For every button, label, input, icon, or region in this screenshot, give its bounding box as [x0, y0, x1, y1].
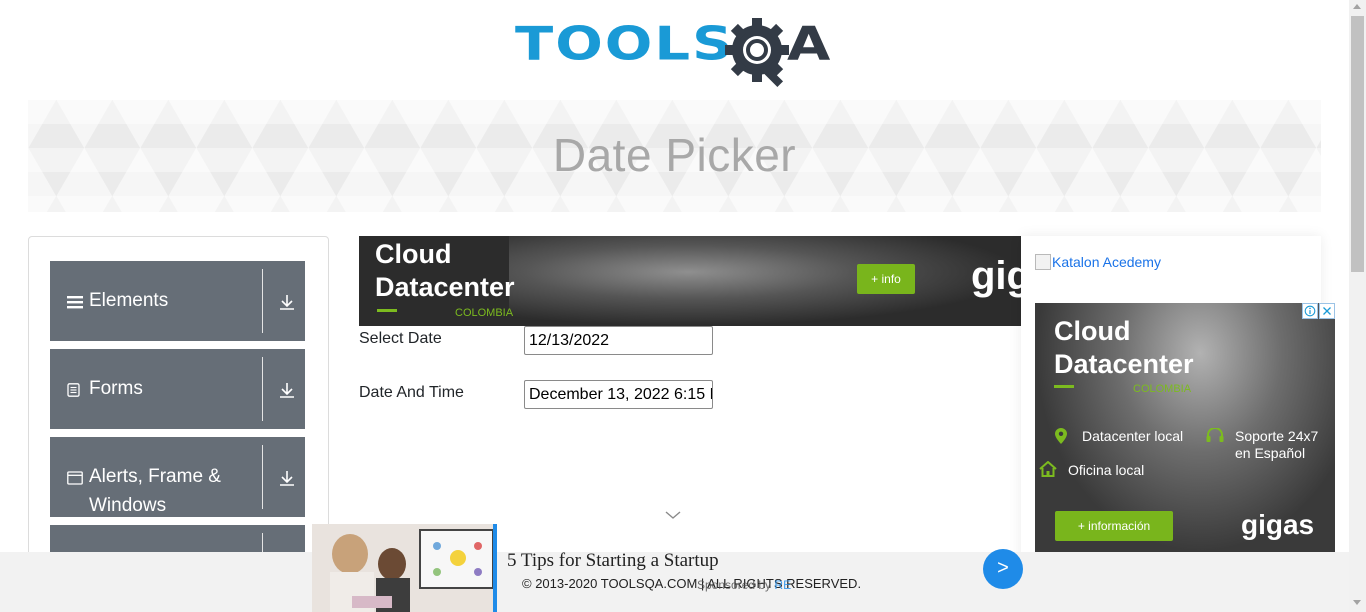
ad-country: COLOMBIA — [1133, 383, 1192, 395]
ad-banner-side[interactable]: Cloud Datacenter COLOMBIA Datacenter loc… — [1035, 303, 1335, 553]
ad-underline — [1054, 385, 1074, 388]
logo-text-a: A — [787, 17, 831, 71]
crowdfunding-illustration — [312, 524, 493, 612]
document-icon — [67, 383, 80, 397]
divider — [262, 445, 263, 509]
hamburger-icon — [67, 296, 83, 309]
katalon-academy-link[interactable]: Katalon Acedemy — [1035, 254, 1161, 270]
scrollbar-thumb[interactable] — [1351, 16, 1364, 272]
logo-text-tools: TOOLS — [515, 17, 735, 71]
gear-magnifier-icon — [725, 18, 789, 88]
scroll-down-arrow-icon[interactable] — [1353, 600, 1361, 605]
adchoices-icon[interactable] — [1302, 303, 1318, 319]
divider — [262, 269, 263, 333]
toolsqa-logo[interactable]: TOOLS A — [515, 16, 837, 90]
ad-title: Cloud Datacenter — [375, 238, 515, 304]
sidebar-group-label-line2: Windows — [89, 495, 167, 516]
ad-photo — [509, 236, 1021, 326]
ad-title-line1: Cloud — [375, 239, 452, 269]
window-icon — [67, 471, 83, 485]
page-title: Date Picker — [552, 129, 797, 181]
ad-feature-support: Soporte 24x7 en Español — [1235, 428, 1318, 462]
sponsor-brand[interactable]: RE — [774, 578, 791, 592]
ad-underline — [377, 309, 397, 312]
scroll-up-arrow-icon[interactable] — [1353, 4, 1361, 9]
sidebar-group-forms[interactable]: Forms — [50, 349, 305, 429]
sponsored-by: Sponsored by RE — [697, 578, 791, 592]
ad-title-line2: Datacenter — [375, 272, 515, 302]
ad-feature-office: Oficina local — [1068, 462, 1145, 478]
close-icon[interactable] — [1319, 303, 1335, 319]
ad-country: COLOMBIA — [455, 307, 514, 319]
sidebar-group-elements[interactable]: Elements — [50, 261, 305, 341]
date-and-time-input[interactable]: December 13, 2022 6:15 PM — [524, 380, 713, 409]
chevron-down-icon[interactable] — [664, 508, 682, 522]
page: TOOLS A Date Picker Elements Forms Alert… — [0, 0, 1366, 612]
sidebar-group-label: Elements — [89, 290, 169, 311]
ad-title-line1: Cloud — [1054, 316, 1131, 346]
download-arrow-icon[interactable] — [278, 293, 296, 311]
headset-icon — [1206, 428, 1224, 442]
ad-banner-main[interactable]: Cloud Datacenter COLOMBIA + info gig — [359, 236, 1021, 326]
sponsored-label: Sponsored by — [697, 578, 772, 592]
ad-title-line2: Datacenter — [1054, 349, 1194, 379]
download-arrow-icon[interactable] — [278, 469, 296, 487]
sticky-ad-image[interactable] — [312, 524, 493, 612]
ad-title: Cloud Datacenter — [1054, 315, 1194, 381]
vertical-scrollbar[interactable] — [1349, 0, 1366, 612]
ad-info-button[interactable]: + información — [1055, 511, 1173, 541]
date-and-time-label: Date And Time — [359, 384, 464, 401]
select-date-input[interactable]: 12/13/2022 — [524, 326, 713, 355]
sidebar: Elements Forms Alerts, Frame & Windows — [28, 236, 329, 576]
ad-feature-support-line2: en Español — [1235, 445, 1306, 461]
broken-image-icon — [1035, 254, 1051, 270]
ad-feature-datacenter: Datacenter local — [1082, 428, 1184, 444]
divider — [262, 357, 263, 421]
ad-feature-support-line1: Soporte 24x7 — [1235, 428, 1319, 444]
ad-info-button[interactable]: + info — [857, 264, 915, 294]
sticky-ad-accent — [493, 524, 497, 612]
sticky-ad-go-button[interactable]: > — [983, 549, 1023, 589]
sidebar-group-label: Forms — [89, 378, 143, 399]
sidebar-group-label-line1: Alerts, Frame & — [89, 466, 221, 487]
home-icon — [1039, 461, 1057, 477]
page-banner: Date Picker — [28, 100, 1321, 212]
location-pin-icon — [1055, 428, 1067, 444]
sticky-ad-title[interactable]: 5 Tips for Starting a Startup — [507, 550, 719, 572]
ad-brand-logo: gigas — [1241, 509, 1315, 540]
katalon-alt-text: Katalon Acedemy — [1052, 254, 1161, 270]
select-date-label: Select Date — [359, 330, 442, 347]
ad-brand-logo: gig — [971, 254, 1021, 298]
download-arrow-icon[interactable] — [278, 381, 296, 399]
copyright-text: © 2013-2020 TOOLSQA.COM | ALL RIGHTS RES… — [522, 576, 862, 591]
sidebar-group-alerts-frame-windows[interactable]: Alerts, Frame & Windows — [50, 437, 305, 517]
